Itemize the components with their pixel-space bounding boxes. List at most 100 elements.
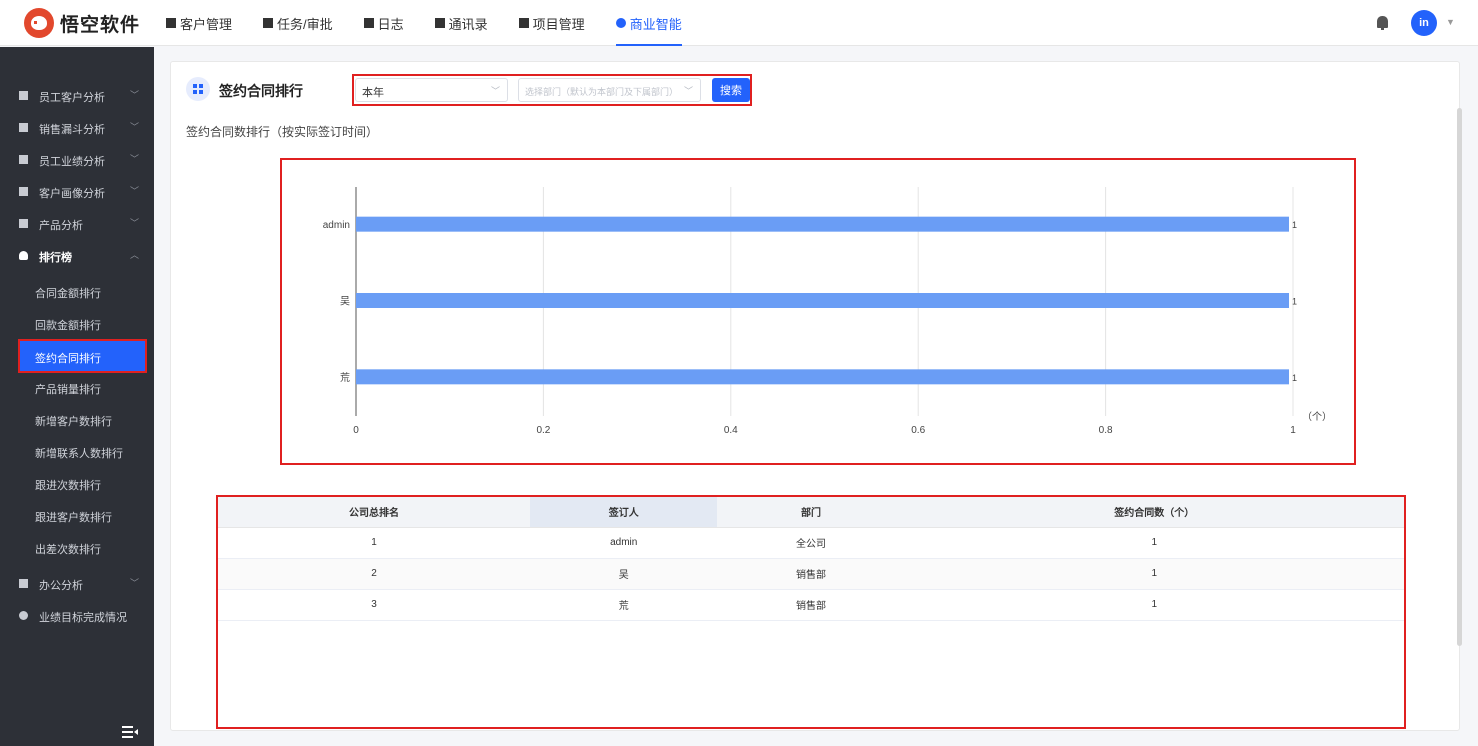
table-cell: 销售部 [717, 589, 905, 621]
briefcase-icon [263, 18, 274, 28]
nav-log[interactable]: 日志 [363, 0, 404, 46]
table-cell: 1 [904, 558, 1404, 590]
collapse-sidebar-icon[interactable] [122, 726, 138, 738]
sidebar-subitem-label: 跟进客户数排行 [35, 512, 112, 524]
chevron-down-icon: ﹀ [130, 154, 140, 164]
bell-icon[interactable] [1377, 16, 1388, 30]
sidebar-item-employee-customer-analysis[interactable]: 员工客户分析 ﹀ [0, 79, 154, 111]
chevron-down-icon[interactable]: ▼ [1446, 17, 1455, 27]
shield-check-icon [615, 18, 626, 28]
funnel-icon [19, 123, 28, 132]
log-icon [363, 18, 374, 28]
table-cell: 销售部 [717, 558, 905, 590]
chevron-down-icon: ﹀ [130, 186, 140, 196]
avatar[interactable]: in [1411, 10, 1437, 36]
bar-chart-icon [19, 155, 28, 164]
briefcase-icon [19, 579, 28, 588]
nav-label: 任务/审批 [277, 16, 333, 32]
period-select[interactable]: 本年 ﹀ [355, 78, 508, 102]
nav-label: 项目管理 [532, 16, 585, 32]
table-row[interactable]: 2 吴 销售部 1 [218, 558, 1404, 590]
sidebar-subitem-new-customers-ranking[interactable]: 新增客户数排行 [20, 404, 145, 434]
sidebar-item-sales-funnel-analysis[interactable]: 销售漏斗分析 ﹀ [0, 111, 154, 143]
column-header[interactable]: 签订人 [530, 497, 718, 528]
chevron-down-icon: ﹀ [130, 122, 140, 132]
sidebar-subitem-label: 跟进次数排行 [35, 480, 101, 492]
nav-tasks-approval[interactable]: 任务/审批 [263, 0, 333, 46]
sidebar-item-label: 销售漏斗分析 [39, 124, 105, 136]
table-row[interactable]: 3 荒 销售部 1 [218, 589, 1404, 621]
table-cell: 全公司 [717, 527, 905, 559]
chevron-down-icon: ﹀ [683, 86, 693, 96]
scrollbar[interactable] [1457, 108, 1462, 646]
sidebar-item-rankings[interactable]: 排行榜 ︿ [0, 239, 154, 271]
table-cell: 3 [218, 589, 531, 621]
grid-icon [186, 77, 210, 101]
column-header[interactable]: 部门 [717, 497, 905, 528]
sidebar-item-employee-performance-analysis[interactable]: 员工业绩分析 ﹀ [0, 143, 154, 175]
sidebar-item-label: 产品分析 [39, 220, 83, 232]
sidebar-item-label: 员工客户分析 [39, 92, 105, 104]
nav-label: 客户管理 [180, 16, 233, 32]
department-select-placeholder: 选择部门（默认为本部门及下属部门） [525, 87, 679, 97]
chevron-up-icon: ︿ [130, 250, 140, 260]
address-book-icon [434, 18, 445, 28]
sidebar-subitem-new-contacts-ranking[interactable]: 新增联系人数排行 [20, 436, 145, 466]
nav-label: 商业智能 [629, 16, 682, 32]
box-icon [19, 219, 28, 228]
table-cell: 1 [904, 527, 1404, 559]
table-cell: admin [530, 527, 718, 559]
sidebar-subitem-followup-customers-ranking[interactable]: 跟进客户数排行 [20, 500, 145, 530]
sidebar-subitem-label: 产品销量排行 [35, 384, 101, 396]
nav-customer-management[interactable]: 客户管理 [166, 0, 232, 46]
search-button[interactable]: 搜索 [712, 78, 750, 102]
sidebar-item-product-analysis[interactable]: 产品分析 ﹀ [0, 207, 154, 239]
sidebar-item-label: 客户画像分析 [39, 188, 105, 200]
app-logo[interactable]: 悟空软件 [24, 8, 140, 38]
chevron-down-icon: ﹀ [490, 86, 500, 96]
chart-subtitle: 签约合同数排行（按实际签订时间） [186, 125, 379, 139]
chevron-down-icon: ﹀ [130, 90, 140, 100]
sidebar-subitem-label: 签约合同排行 [35, 353, 101, 365]
department-select[interactable]: 选择部门（默认为本部门及下属部门） ﹀ [518, 78, 701, 102]
sidebar-item-customer-profile-analysis[interactable]: 客户画像分析 ﹀ [0, 175, 154, 207]
sidebar-subitem-business-trip-ranking[interactable]: 出差次数排行 [20, 532, 145, 562]
sidebar-item-label: 业绩目标完成情况 [39, 612, 127, 624]
period-select-value: 本年 [362, 87, 384, 99]
nav-business-intelligence[interactable]: 商业智能 [615, 0, 682, 46]
sidebar-subitem-followup-count-ranking[interactable]: 跟进次数排行 [20, 468, 145, 498]
trophy-icon [19, 251, 28, 260]
sidebar-subitem-signed-contract-ranking[interactable]: 签约合同排行 [18, 339, 147, 373]
sidebar-item-label: 员工业绩分析 [39, 156, 105, 168]
table-cell: 2 [218, 558, 531, 590]
building-icon [166, 18, 176, 28]
nav-project-management[interactable]: 项目管理 [518, 0, 585, 46]
column-header[interactable]: 公司总排名 [218, 497, 531, 528]
nav-label: 通讯录 [448, 16, 488, 32]
sidebar-subitem-label: 回款金额排行 [35, 320, 101, 332]
users-icon [19, 187, 28, 196]
sidebar-item-performance-targets[interactable]: 业绩目标完成情况 [0, 599, 154, 631]
main-nav: 客户管理 任务/审批 日志 通讯录 项目管理 商业智能 [166, 0, 713, 46]
table-row[interactable]: 1 admin 全公司 1 [218, 527, 1404, 559]
nav-contacts[interactable]: 通讯录 [434, 0, 488, 46]
logo-text: 悟空软件 [60, 14, 141, 36]
sidebar-subitem-label: 出差次数排行 [35, 544, 101, 556]
target-icon [19, 611, 28, 620]
sidebar-subitem-contract-amount-ranking[interactable]: 合同金额排行 [20, 276, 145, 306]
sidebar: 员工客户分析 ﹀ 销售漏斗分析 ﹀ 员工业绩分析 ﹀ 客户画像分析 ﹀ 产品分析 ﹀ 排行… [0, 47, 154, 746]
monkey-logo-icon [24, 8, 54, 38]
sidebar-subitem-label: 新增联系人数排行 [35, 448, 123, 460]
sidebar-item-label: 办公分析 [39, 580, 83, 592]
top-navbar: 悟空软件 客户管理 任务/审批 日志 通讯录 项目管理 商业智能 in ▼ [0, 0, 1478, 46]
sidebar-item-label: 排行榜 [39, 252, 72, 264]
table-cell: 吴 [530, 558, 718, 590]
sidebar-subitem-payment-amount-ranking[interactable]: 回款金额排行 [20, 308, 145, 338]
table-cell: 荒 [530, 589, 718, 621]
sidebar-subitem-product-sales-ranking[interactable]: 产品销量排行 [20, 372, 145, 402]
user-icon [19, 91, 28, 100]
sidebar-subitem-label: 合同金额排行 [35, 288, 101, 300]
column-header[interactable]: 签约合同数（个） [904, 497, 1404, 528]
sidebar-item-office-analysis[interactable]: 办公分析 ﹀ [0, 567, 154, 599]
list-icon [518, 18, 529, 28]
